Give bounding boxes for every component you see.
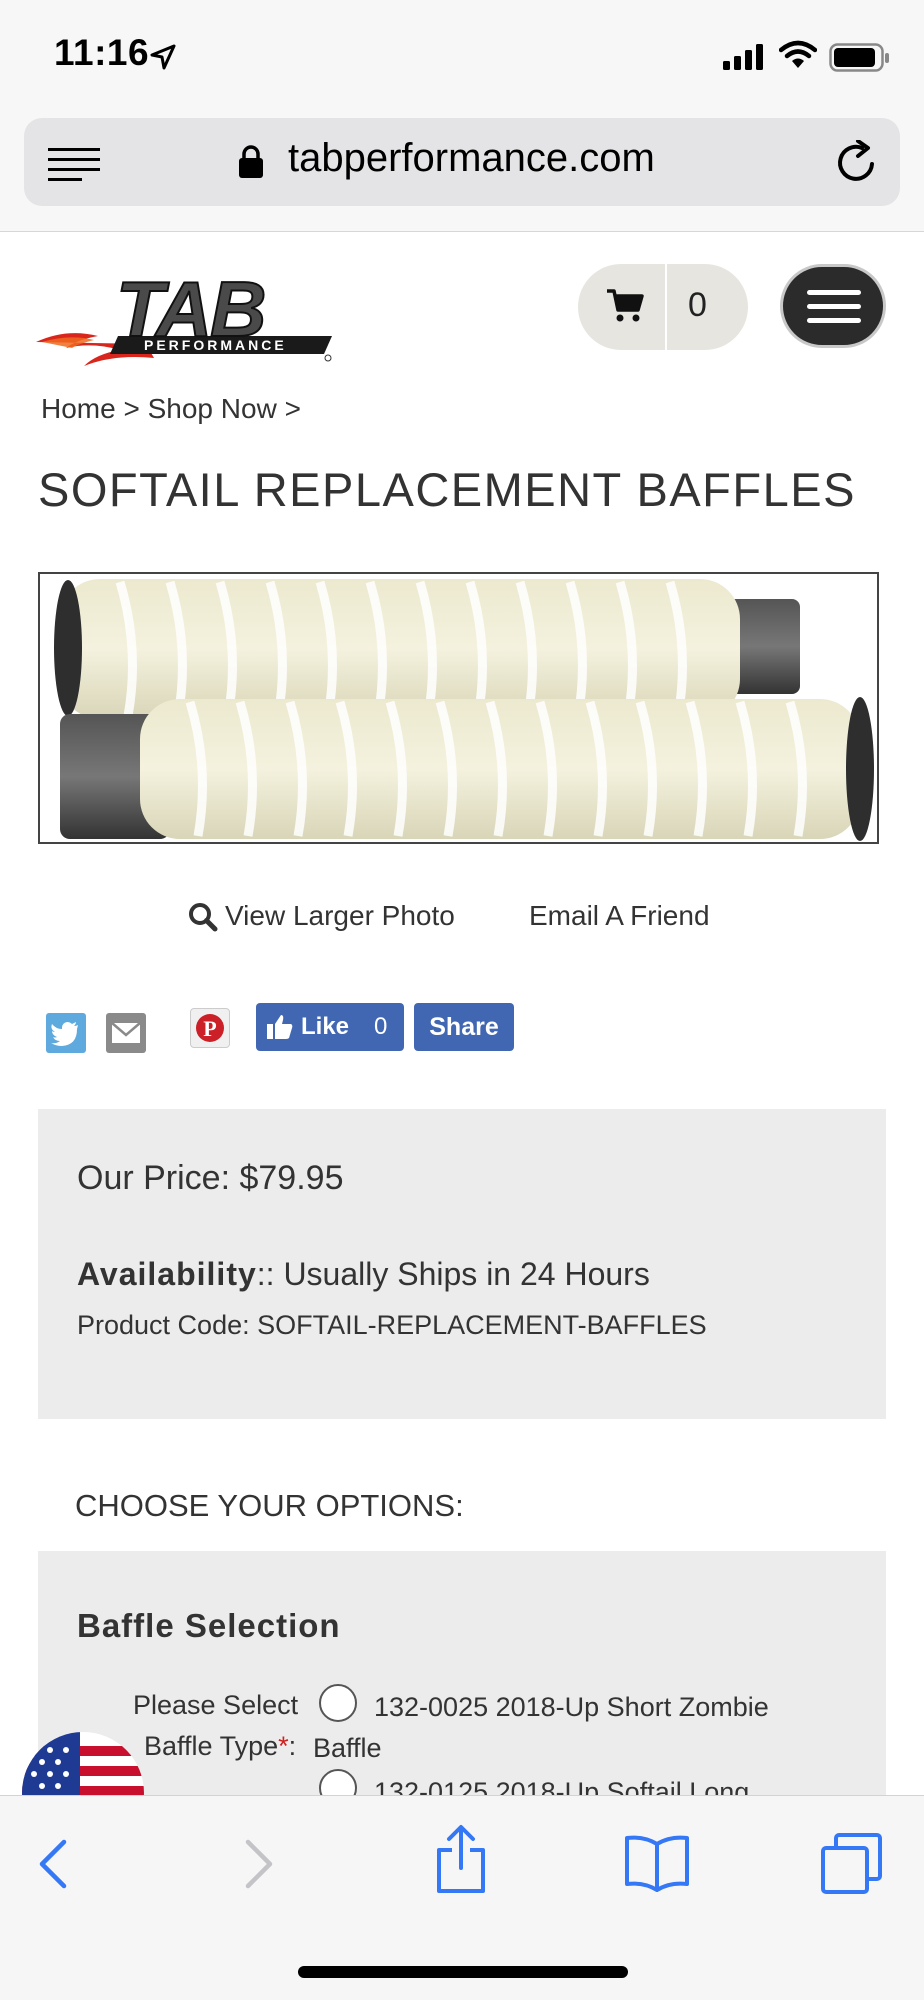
required-marker: *	[278, 1731, 289, 1761]
availability-value: :: Usually Ships in 24 Hours	[256, 1256, 650, 1292]
reload-icon[interactable]	[836, 140, 878, 184]
page-title: SOFTAIL REPLACEMENT BAFFLES	[38, 463, 856, 516]
logo-text: TAB	[116, 270, 265, 353]
twitter-share-button[interactable]	[46, 1013, 86, 1053]
view-larger-photo-link[interactable]: View Larger Photo	[225, 900, 455, 932]
email-a-friend-link[interactable]: Email A Friend	[529, 900, 710, 932]
breadcrumb[interactable]: Home > Shop Now >	[41, 393, 301, 425]
cart-count: 0	[688, 286, 707, 324]
tabs-icon[interactable]	[820, 1832, 884, 1896]
fb-like-label: Like	[301, 1013, 350, 1040]
forward-icon	[245, 1839, 273, 1889]
url-bar[interactable]: tabperformance.com	[24, 118, 900, 206]
magnifier-icon	[189, 903, 218, 932]
options-heading: CHOOSE YOUR OPTIONS:	[75, 1488, 464, 1523]
wifi-icon	[779, 40, 817, 68]
lock-icon	[239, 145, 263, 178]
thumbs-up-icon	[267, 1015, 293, 1039]
fb-like-count: 0	[374, 1013, 388, 1040]
svg-text:P: P	[203, 1016, 216, 1041]
pinterest-icon: P	[196, 1014, 224, 1042]
cart-divider	[665, 264, 667, 350]
url-text[interactable]: tabperformance.com	[288, 136, 655, 181]
shopping-cart-icon	[607, 289, 644, 322]
location-arrow-icon	[150, 44, 176, 70]
baffles-illustration	[54, 579, 874, 841]
pinterest-button[interactable]: P	[190, 1008, 230, 1048]
back-icon[interactable]	[38, 1838, 68, 1890]
product-image[interactable]	[38, 572, 879, 844]
hamburger-menu-button[interactable]	[780, 264, 886, 348]
tab-performance-logo[interactable]: PERFORMANCE TAB	[36, 270, 336, 378]
price-panel: Our Price: $79.95 Availability:: Usually…	[38, 1109, 886, 1419]
battery-icon	[829, 43, 889, 72]
label-colon: :	[288, 1731, 297, 1761]
options-panel: Baffle Selection Please Select Baffle Ty…	[38, 1551, 886, 1807]
select-label-text: Baffle Type	[144, 1731, 279, 1761]
home-indicator[interactable]	[298, 1966, 628, 1978]
menu-line-icon	[807, 304, 861, 309]
twitter-icon	[51, 1022, 78, 1046]
facebook-like-button[interactable]: Like 0	[256, 1003, 404, 1051]
status-bar: 11:16	[0, 0, 924, 112]
share-icon[interactable]	[436, 1824, 486, 1894]
baffle-option-radio-1[interactable]	[319, 1684, 357, 1722]
cart-button[interactable]: 0	[578, 264, 748, 350]
baffle-option-label-1b[interactable]: Baffle	[313, 1733, 382, 1764]
envelope-icon	[111, 1022, 141, 1043]
status-time: 11:16	[54, 32, 150, 73]
cellular-signal-icon	[723, 44, 763, 70]
bookmarks-icon[interactable]	[624, 1834, 690, 1892]
baffle-option-label-1[interactable]: 132-0025 2018-Up Short Zombie	[374, 1692, 769, 1723]
availability-text: Availability:: Usually Ships in 24 Hours	[77, 1256, 650, 1293]
product-code-text: Product Code: SOFTAIL-REPLACEMENT-BAFFLE…	[77, 1310, 707, 1340]
price-text: Our Price: $79.95	[77, 1159, 344, 1197]
select-label-line2: Baffle Type*:	[144, 1731, 296, 1762]
reader-view-icon[interactable]	[48, 146, 100, 182]
browser-address-area: tabperformance.com	[0, 112, 924, 232]
baffle-selection-heading: Baffle Selection	[77, 1607, 341, 1644]
availability-label: Availability	[77, 1256, 257, 1292]
select-label-line1: Please Select	[133, 1690, 299, 1720]
email-share-button[interactable]	[106, 1013, 146, 1053]
menu-line-icon	[807, 290, 861, 295]
facebook-share-button[interactable]: Share	[414, 1003, 514, 1051]
menu-line-icon	[807, 318, 861, 323]
